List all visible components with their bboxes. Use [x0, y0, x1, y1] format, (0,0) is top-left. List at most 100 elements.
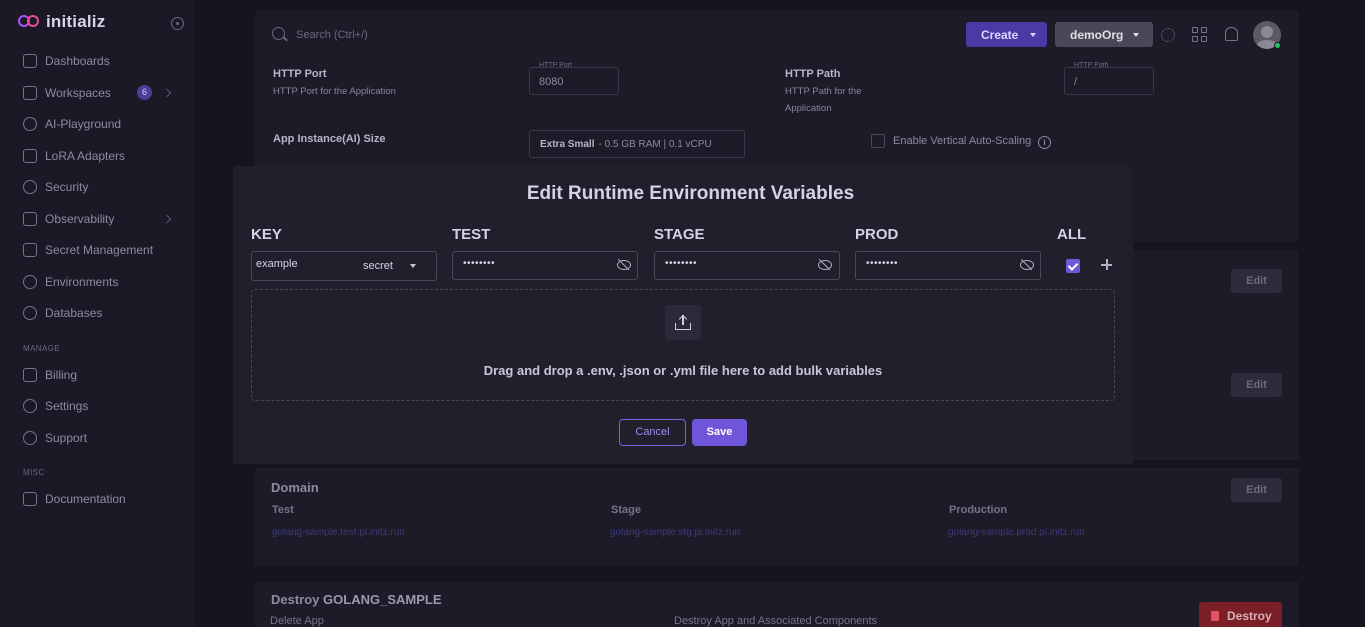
- sidebar-item-security[interactable]: Security: [23, 178, 88, 196]
- headset-icon: [23, 431, 37, 445]
- sidebar-item-documentation[interactable]: Documentation: [23, 490, 126, 508]
- add-row-plus-icon[interactable]: [1101, 259, 1112, 270]
- telescope-icon: [23, 212, 37, 226]
- column-header-all: ALL: [1057, 226, 1087, 243]
- online-status-dot: [1274, 42, 1281, 49]
- sidebar-item-ai-playground[interactable]: AI-Playground: [23, 115, 121, 133]
- info-icon[interactable]: i: [1038, 136, 1051, 149]
- workspaces-count-badge: 6: [137, 85, 152, 100]
- domain-card: [255, 468, 1299, 566]
- shield-icon: [23, 180, 37, 194]
- sidebar-item-secret-management[interactable]: Secret Management: [23, 241, 153, 259]
- apply-all-checkbox[interactable]: [1066, 259, 1080, 273]
- brand-logo[interactable]: initializ: [18, 12, 105, 32]
- receipt-icon: [23, 368, 37, 382]
- eye-off-icon[interactable]: [818, 259, 832, 270]
- sidebar-item-label: Environments: [45, 275, 119, 289]
- org-selector[interactable]: demoOrg: [1055, 22, 1153, 47]
- instance-size-detail: - 0.5 GB RAM | 0.1 vCPU: [598, 138, 712, 150]
- domain-env-label: Production: [949, 504, 1008, 516]
- create-button[interactable]: Create: [966, 22, 1047, 47]
- cancel-button[interactable]: Cancel: [619, 419, 686, 446]
- sidebar-item-dashboards[interactable]: Dashboards: [23, 52, 110, 70]
- sidebar-item-label: Dashboards: [45, 54, 110, 68]
- domain-env-label: Test: [272, 504, 294, 516]
- eye-off-icon[interactable]: [1020, 259, 1034, 270]
- edit-button[interactable]: Edit: [1231, 478, 1282, 502]
- modal-title: Edit Runtime Environment Variables: [526, 183, 855, 204]
- sidebar-item-label: Billing: [45, 368, 78, 382]
- domain-link[interactable]: golang-sample.stg.pi.initz.run: [610, 527, 740, 538]
- bell-icon[interactable]: [1225, 27, 1238, 41]
- column-header-prod: PROD: [855, 226, 899, 243]
- lock-icon: [23, 243, 37, 257]
- edit-button[interactable]: Edit: [1231, 373, 1282, 397]
- sidebar-item-settings[interactable]: Settings: [23, 397, 88, 415]
- http-path-value: /: [1074, 76, 1078, 88]
- http-path-field-label: HTTP Path: [1074, 62, 1109, 69]
- sidebar-item-label: Workspaces: [45, 86, 111, 100]
- gear-icon: [23, 399, 37, 413]
- sidebar-item-label: Security: [45, 180, 89, 194]
- test-value-input[interactable]: ••••••••: [463, 258, 495, 269]
- sidebar-item-workspaces[interactable]: Workspaces: [23, 84, 111, 102]
- save-button[interactable]: Save: [692, 419, 747, 446]
- network-icon: [23, 275, 37, 289]
- section-label-manage: MANAGE: [23, 344, 61, 353]
- org-selector-label: demoOrg: [1070, 27, 1124, 42]
- chevron-right-icon[interactable]: [162, 88, 172, 98]
- brand-name: initializ: [46, 12, 106, 31]
- destroy-button[interactable]: Destroy: [1199, 602, 1282, 627]
- sidebar-collapse-icon[interactable]: [171, 17, 184, 30]
- column-header-key: KEY: [251, 226, 282, 243]
- home-icon: [23, 54, 37, 68]
- domain-link[interactable]: golang-sample.prod.pi.initz.run: [948, 527, 1085, 538]
- stage-value-input[interactable]: ••••••••: [665, 258, 697, 269]
- dropzone-text: Drag and drop a .env, .json or .yml file…: [483, 363, 883, 378]
- sidebar-item-label: Settings: [45, 399, 89, 413]
- instance-size-bold: Extra Small: [540, 138, 595, 150]
- http-path-field[interactable]: [1064, 67, 1154, 95]
- caret-down-icon: [1030, 32, 1037, 37]
- sun-icon[interactable]: [1161, 28, 1175, 42]
- destroy-subtitle: Delete App: [270, 615, 324, 627]
- sidebar-item-databases[interactable]: Databases: [23, 304, 102, 322]
- destroy-button-label: Destroy: [1227, 608, 1272, 623]
- http-port-field-label: HTTP Port: [539, 62, 572, 69]
- sparkle-icon: [23, 117, 37, 131]
- document-icon: [23, 492, 37, 506]
- sidebar-item-support[interactable]: Support: [23, 429, 87, 447]
- edit-button[interactable]: Edit: [1231, 269, 1282, 293]
- destroy-description: Destroy App and Associated Components: [674, 615, 878, 627]
- sidebar-item-billing[interactable]: Billing: [23, 366, 77, 384]
- sidebar-item-label: Documentation: [45, 492, 126, 506]
- variable-type-select[interactable]: secret: [363, 260, 393, 272]
- domain-link[interactable]: golang-sample.test.pi.initz.run: [272, 527, 405, 538]
- http-port-description: HTTP Port for the Application: [273, 86, 396, 97]
- autoscaling-checkbox[interactable]: [871, 134, 885, 148]
- destroy-title: Destroy GOLANG_SAMPLE: [271, 592, 442, 607]
- apps-grid-icon[interactable]: [1192, 27, 1207, 42]
- sidebar-item-label: Support: [45, 431, 88, 445]
- search-icon[interactable]: [272, 27, 285, 40]
- create-button-label: Create: [981, 27, 1019, 42]
- infinity-logo-icon: [18, 15, 40, 29]
- instance-size-select[interactable]: Extra Small - 0.5 GB RAM | 0.1 vCPU: [529, 130, 745, 158]
- layers-icon: [23, 149, 37, 163]
- instance-size-title: App Instance(AI) Size: [273, 133, 386, 145]
- domain-env-label: Stage: [611, 504, 641, 516]
- sidebar-item-label: Secret Management: [45, 243, 154, 257]
- chevron-right-icon[interactable]: [162, 214, 172, 224]
- sidebar-item-observability[interactable]: Observability: [23, 210, 114, 228]
- autoscaling-label: Enable Vertical Auto-Scaling: [893, 135, 1032, 147]
- sidebar-item-lora-adapters[interactable]: LoRA Adapters: [23, 147, 125, 165]
- eye-off-icon[interactable]: [617, 259, 631, 270]
- http-path-description-cont: Application: [785, 103, 832, 114]
- caret-down-icon: [1133, 32, 1140, 37]
- prod-value-input[interactable]: ••••••••: [866, 258, 898, 269]
- caret-down-icon[interactable]: [410, 264, 416, 268]
- search-input[interactable]: Search (Ctrl+/): [296, 29, 368, 41]
- sidebar-item-environments[interactable]: Environments: [23, 273, 118, 291]
- key-input[interactable]: example: [256, 258, 298, 270]
- database-icon: [23, 306, 37, 320]
